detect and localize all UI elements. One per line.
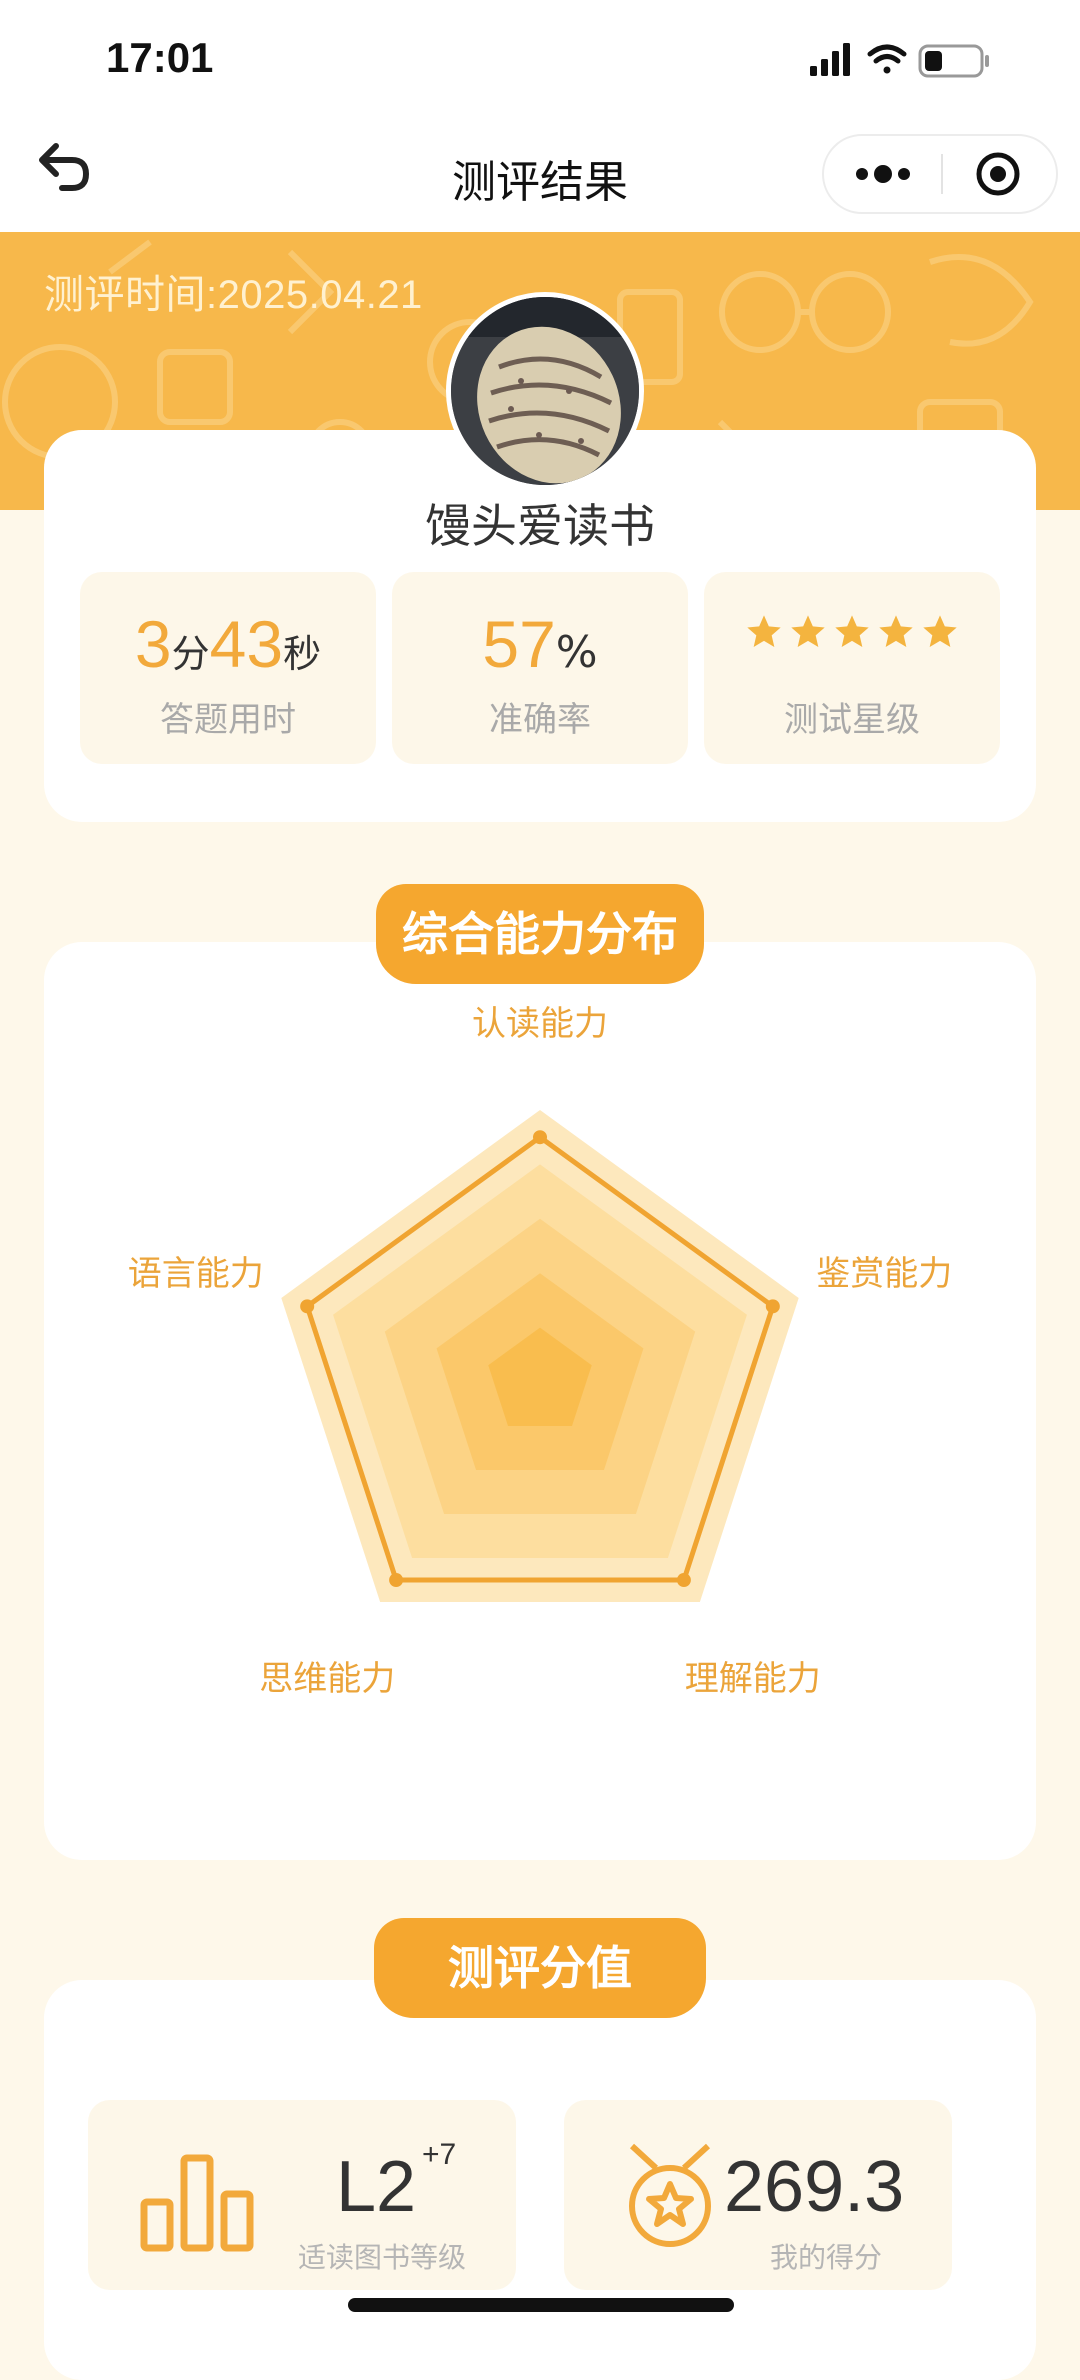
ability-section-title: 综合能力分布 bbox=[376, 884, 704, 984]
nav-bar: 测评结果 bbox=[0, 120, 1080, 232]
home-indicator bbox=[348, 2298, 734, 2312]
avatar[interactable] bbox=[446, 292, 644, 490]
more-button[interactable] bbox=[824, 136, 942, 212]
status-icons bbox=[810, 38, 1010, 82]
radar-axis-label: 思维能力 bbox=[259, 1658, 396, 1699]
status-bar: 17:01 bbox=[0, 0, 1080, 120]
duration-sec-unit: 秒 bbox=[283, 632, 322, 676]
reading-level-box: L2 +7 适读图书等级 bbox=[88, 2100, 516, 2290]
duration-value: 3分43秒 bbox=[80, 606, 376, 682]
stat-duration: 3分43秒 答题用时 bbox=[80, 572, 376, 764]
star-icon bbox=[923, 615, 957, 647]
score-section-title: 测评分值 bbox=[374, 1918, 706, 2018]
duration-label: 答题用时 bbox=[160, 700, 296, 740]
battery-icon bbox=[918, 44, 989, 78]
radar-axis-label: 鉴赏能力 bbox=[816, 1254, 953, 1295]
wifi-icon bbox=[867, 44, 907, 74]
close-miniprogram-button[interactable] bbox=[943, 136, 1058, 212]
radar-axis-label: 语言能力 bbox=[127, 1254, 264, 1295]
ability-card bbox=[44, 942, 1036, 1860]
radar-axis-label: 认读能力 bbox=[472, 1004, 608, 1044]
duration-seconds: 43 bbox=[209, 607, 284, 681]
radar-axis-label: 理解能力 bbox=[684, 1658, 821, 1699]
target-icon bbox=[976, 152, 1020, 196]
accuracy-label: 准确率 bbox=[489, 700, 591, 740]
duration-min-unit: 分 bbox=[171, 632, 210, 676]
reading-level-delta: +7 bbox=[422, 2138, 457, 2171]
accuracy-unit: % bbox=[555, 627, 598, 678]
star-icon bbox=[835, 615, 869, 647]
accuracy-number: 57 bbox=[482, 607, 556, 681]
signal-icon bbox=[810, 43, 850, 76]
status-time: 17:01 bbox=[106, 34, 214, 81]
my-score-value: 269.3 bbox=[724, 2147, 905, 2227]
star-rating bbox=[704, 612, 1000, 656]
stars-label: 测试星级 bbox=[784, 700, 920, 740]
star-icon bbox=[791, 615, 825, 647]
reading-level-label: 适读图书等级 bbox=[298, 2241, 467, 2274]
username: 馒头爱读书 bbox=[425, 499, 655, 553]
mini-program-capsule bbox=[822, 134, 1058, 214]
avatar-image bbox=[451, 297, 639, 485]
more-dots-icon bbox=[856, 165, 910, 183]
my-score-box: 269.3 我的得分 bbox=[564, 2100, 952, 2290]
duration-minutes: 3 bbox=[134, 607, 172, 681]
my-score-label: 我的得分 bbox=[770, 2241, 883, 2274]
stat-accuracy: 57% 准确率 bbox=[392, 572, 688, 764]
star-icon bbox=[747, 615, 781, 647]
medal-icon bbox=[629, 2143, 711, 2247]
accuracy-value: 57% bbox=[392, 606, 688, 682]
stat-stars: 测试星级 bbox=[704, 572, 1000, 764]
test-time: 测评时间:2025.04.21 bbox=[44, 273, 423, 317]
bar-chart-icon bbox=[140, 2154, 254, 2252]
reading-level-value: L2 bbox=[336, 2147, 417, 2227]
star-icon bbox=[879, 615, 913, 647]
